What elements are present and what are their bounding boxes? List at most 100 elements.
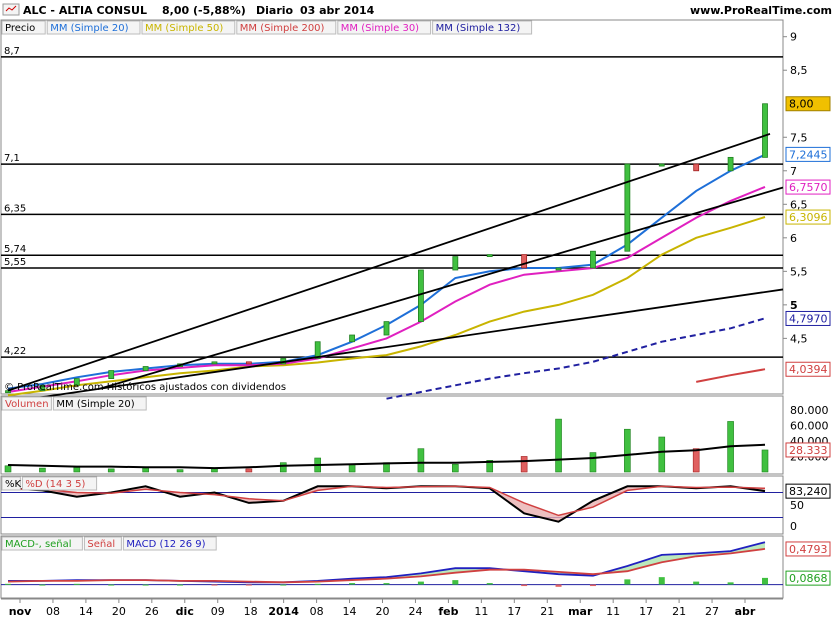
y-tick-label: 5 bbox=[790, 299, 798, 312]
x-tick-label: 14 bbox=[79, 605, 93, 618]
macd-hist-bar bbox=[452, 580, 459, 585]
legend-label: %K bbox=[5, 479, 22, 490]
macd-hist-bar bbox=[211, 584, 218, 586]
macd-hist-bar bbox=[39, 584, 46, 586]
legend-label: MM (Simple 200) bbox=[240, 23, 325, 34]
macd-hist-bar bbox=[108, 584, 115, 586]
volume-value-tag-label: 28.333 bbox=[789, 444, 828, 457]
macd-hist-bar bbox=[142, 584, 149, 586]
x-tick-label: 27 bbox=[705, 605, 719, 618]
stoch-y-tick-label: 50 bbox=[790, 499, 804, 512]
macd-hist-bar bbox=[73, 583, 80, 585]
volume-bar bbox=[73, 467, 81, 473]
legend-label: Precio bbox=[5, 23, 35, 34]
macd-value-tag-label: 0,4793 bbox=[789, 543, 828, 556]
x-tick-label: mar bbox=[568, 605, 593, 618]
volume-bar bbox=[658, 436, 666, 473]
volume-bar bbox=[692, 448, 700, 473]
x-tick-label: dic bbox=[176, 605, 194, 618]
macd-value-tag-label: 0,0868 bbox=[789, 572, 828, 585]
legend-label: MM (Simple 20) bbox=[56, 399, 134, 410]
x-tick-label: 08 bbox=[46, 605, 60, 618]
legend-label: MACD-, señal bbox=[5, 539, 72, 550]
macd-hist-bar bbox=[624, 579, 631, 585]
x-tick-label: 21 bbox=[540, 605, 554, 618]
legend-label: MM (Simple 30) bbox=[341, 23, 419, 34]
level-label: 5,74 bbox=[4, 244, 26, 255]
legend-label: MACD (12 26 9) bbox=[126, 539, 205, 550]
price-candle bbox=[418, 269, 424, 323]
stoch-y-tick-label: 0 bbox=[790, 520, 797, 533]
price-candle bbox=[383, 321, 390, 336]
x-tick-label: 20 bbox=[376, 605, 390, 618]
macd-hist-bar bbox=[5, 583, 11, 585]
x-tick-label: 14 bbox=[343, 605, 357, 618]
price-candle bbox=[486, 254, 493, 257]
macd-hist-bar bbox=[555, 584, 562, 587]
value-tag-label: 4,7970 bbox=[789, 312, 828, 325]
y-tick-label: 6,5 bbox=[790, 198, 808, 211]
macd-hist-bar bbox=[383, 583, 390, 585]
legend-label: Señal bbox=[87, 539, 115, 550]
x-tick-label: abr bbox=[735, 605, 756, 618]
x-tick-label: nov bbox=[9, 605, 32, 618]
volume-bar bbox=[761, 449, 769, 473]
macd-hist-bar bbox=[280, 584, 287, 586]
price-candle bbox=[349, 334, 355, 343]
macd-hist-bar bbox=[521, 584, 528, 587]
date-label: 03 abr 2014 bbox=[300, 4, 375, 17]
x-tick-label: 17 bbox=[507, 605, 521, 618]
watermark: © ProRealTime.com Históricos ajustados c… bbox=[4, 381, 286, 393]
price-candle bbox=[108, 370, 115, 379]
stoch-value-tag-label: 83,240 bbox=[789, 485, 828, 498]
x-tick-label: 20 bbox=[112, 605, 126, 618]
y-tick-label: 9 bbox=[790, 31, 797, 44]
symbol-title: ALC - ALTIA CONSUL bbox=[23, 4, 147, 17]
volume-y-tick-label: 80.000 bbox=[790, 404, 829, 417]
price-candle bbox=[590, 250, 596, 269]
macd-hist-bar bbox=[589, 584, 596, 587]
y-tick-label: 7 bbox=[790, 165, 797, 178]
value-tag-label: 6,7570 bbox=[789, 181, 828, 194]
volume-bar bbox=[279, 462, 287, 473]
volume-bar bbox=[107, 468, 115, 473]
price-change: 8,00 (-5,88%) bbox=[162, 4, 246, 17]
legend-label: MM (Simple 20) bbox=[50, 23, 128, 34]
price-candle bbox=[142, 366, 149, 371]
x-tick-label: feb bbox=[438, 605, 458, 618]
value-tag-label: 8,00 bbox=[789, 98, 814, 111]
y-tick-label: 4,5 bbox=[790, 332, 808, 345]
macd-hist-bar bbox=[727, 582, 734, 585]
level-label: 8,7 bbox=[4, 46, 20, 57]
volume-bar bbox=[417, 448, 425, 473]
price-candle bbox=[693, 163, 700, 172]
value-tag-label: 7,2445 bbox=[789, 148, 828, 161]
macd-hist-bar bbox=[762, 577, 768, 585]
x-tick-label: 17 bbox=[639, 605, 653, 618]
price-candle bbox=[245, 361, 252, 365]
y-tick-label: 7,5 bbox=[790, 131, 808, 144]
price-candle bbox=[624, 163, 631, 252]
x-tick-label: 2014 bbox=[268, 605, 299, 618]
price-candle bbox=[555, 267, 562, 271]
legend-label: Volumen bbox=[5, 399, 49, 410]
stoch-panel-frame[interactable] bbox=[0, 475, 784, 535]
y-tick-label: 8,5 bbox=[790, 64, 808, 77]
price-panel-frame[interactable] bbox=[0, 19, 784, 395]
volume-bar bbox=[4, 465, 12, 473]
level-label: 4,22 bbox=[4, 346, 26, 357]
x-tick-label: 26 bbox=[145, 605, 159, 618]
legend-label: MM (Simple 132) bbox=[436, 23, 521, 34]
level-label: 7,1 bbox=[4, 153, 20, 164]
y-tick-label: 5,5 bbox=[790, 265, 808, 278]
price-candle bbox=[727, 156, 734, 172]
volume-bar bbox=[452, 463, 459, 473]
volume-bar bbox=[39, 467, 46, 473]
volume-bar bbox=[520, 456, 528, 473]
level-label: 5,55 bbox=[4, 257, 26, 268]
volume-bar bbox=[348, 463, 356, 473]
price-candle bbox=[452, 256, 459, 271]
price-candle bbox=[521, 254, 528, 269]
level-label: 6,35 bbox=[4, 203, 26, 214]
x-tick-label: 18 bbox=[244, 605, 258, 618]
